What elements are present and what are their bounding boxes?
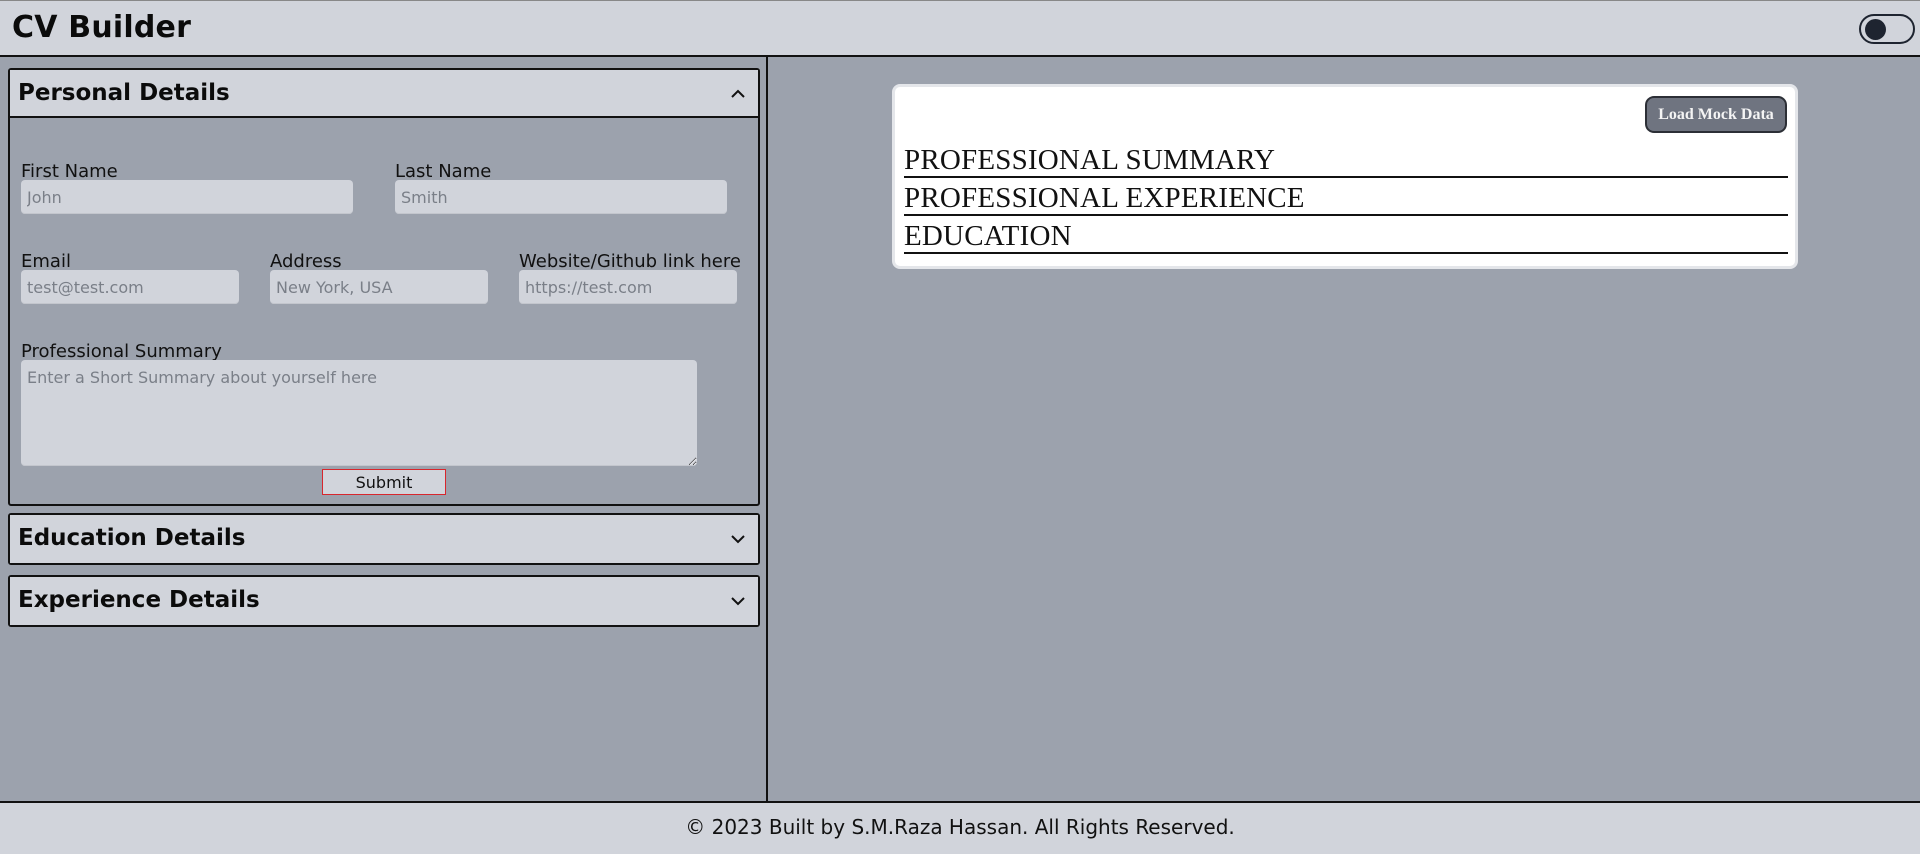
cv-section-education: EDUCATION (904, 218, 1788, 254)
last-name-input[interactable] (395, 180, 727, 214)
personal-details-title: Personal Details (18, 80, 230, 106)
load-mock-data-button[interactable]: Load Mock Data (1645, 96, 1787, 133)
first-name-label: First Name (21, 161, 118, 182)
chevron-down-icon[interactable] (730, 531, 746, 547)
preview-pane: Load Mock Data PROFESSIONAL SUMMARY PROF… (770, 57, 1920, 802)
personal-details-accordion: Personal Details First Name Last Name Em… (8, 68, 760, 506)
experience-details-header[interactable]: Experience Details (10, 577, 758, 625)
experience-details-title: Experience Details (18, 587, 260, 613)
education-details-title: Education Details (18, 525, 246, 551)
cv-preview-card: Load Mock Data PROFESSIONAL SUMMARY PROF… (892, 84, 1798, 269)
personal-details-header[interactable]: Personal Details (10, 70, 758, 118)
toggle-knob (1865, 19, 1886, 40)
summary-textarea[interactable] (21, 360, 697, 466)
editor-pane: Personal Details First Name Last Name Em… (0, 57, 768, 802)
website-input[interactable] (519, 270, 737, 304)
chevron-up-icon[interactable] (730, 86, 746, 102)
education-details-header[interactable]: Education Details (10, 515, 758, 563)
experience-details-accordion: Experience Details (8, 575, 760, 627)
app-footer: © 2023 Built by S.M.Raza Hassan. All Rig… (0, 801, 1920, 854)
cv-section-experience: PROFESSIONAL EXPERIENCE (904, 180, 1788, 216)
website-label: Website/Github link here (519, 251, 741, 272)
footer-copyright: © 2023 Built by S.M.Raza Hassan. All Rig… (685, 815, 1235, 839)
email-input[interactable] (21, 270, 239, 304)
chevron-down-icon[interactable] (730, 593, 746, 609)
address-label: Address (270, 251, 342, 272)
last-name-label: Last Name (395, 161, 492, 182)
theme-toggle[interactable] (1859, 14, 1915, 44)
first-name-input[interactable] (21, 180, 353, 214)
address-input[interactable] (270, 270, 488, 304)
email-label: Email (21, 251, 71, 272)
education-details-accordion: Education Details (8, 513, 760, 565)
summary-label: Professional Summary (21, 341, 222, 362)
app-title: CV Builder (12, 10, 192, 45)
cv-section-summary: PROFESSIONAL SUMMARY (904, 142, 1788, 178)
app-header: CV Builder (0, 0, 1920, 57)
submit-button[interactable]: Submit (322, 469, 446, 495)
